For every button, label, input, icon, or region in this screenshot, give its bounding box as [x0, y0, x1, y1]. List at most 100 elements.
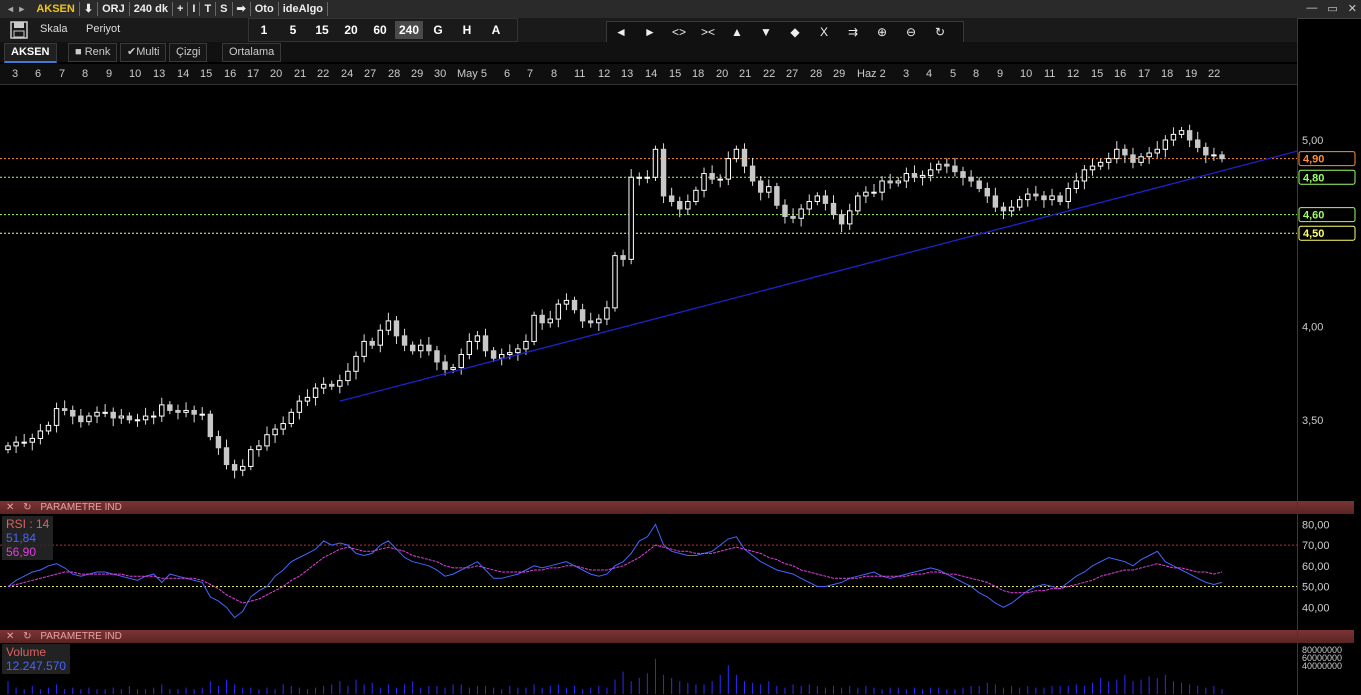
candle-body[interactable] [660, 148, 667, 197]
titlebar-item-7[interactable]: S [216, 2, 233, 16]
candle-body[interactable] [466, 340, 473, 355]
candle-body[interactable] [223, 447, 230, 466]
candle-body[interactable] [78, 415, 84, 423]
minimize-icon[interactable]: — [1306, 2, 1317, 15]
candle-body[interactable] [296, 400, 303, 413]
candle-body[interactable] [1211, 154, 1217, 157]
refresh-icon[interactable]: ↻ [23, 631, 31, 642]
candle-body[interactable] [21, 441, 27, 444]
candle-body[interactable] [482, 335, 489, 352]
candle-body[interactable] [523, 340, 529, 350]
rsi-line[interactable] [7, 523, 1223, 619]
candle-body[interactable] [757, 180, 764, 193]
candle-body[interactable] [652, 148, 659, 178]
candle-body[interactable] [628, 176, 634, 260]
candle-body[interactable] [879, 180, 885, 193]
candle-body[interactable] [361, 340, 367, 357]
scroll-left-icon[interactable]: ◄ [609, 23, 633, 41]
period-button[interactable]: Periyot [86, 23, 120, 35]
period-G[interactable]: G [424, 21, 452, 39]
candle-body[interactable] [531, 314, 537, 342]
tab-0[interactable]: AKSEN [4, 43, 57, 63]
candle-body[interactable] [288, 411, 294, 425]
candle-body[interactable] [490, 350, 497, 359]
candle-body[interactable] [1057, 195, 1063, 203]
candle-body[interactable] [1154, 148, 1160, 154]
candle-body[interactable] [94, 411, 100, 417]
titlebar-item-9[interactable]: Oto [251, 2, 279, 16]
candle-body[interactable] [450, 367, 456, 370]
candle-body[interactable] [5, 445, 11, 451]
history-arrows-icon[interactable]: ◄ ► [0, 4, 32, 14]
candle-body[interactable] [199, 413, 205, 416]
candle-body[interactable] [644, 176, 651, 179]
candle-body[interactable] [911, 173, 918, 178]
candle-body[interactable] [507, 352, 513, 355]
close-window-icon[interactable]: ✕ [1348, 2, 1357, 15]
candle-body[interactable] [248, 449, 254, 467]
titlebar-item-6[interactable]: T [200, 2, 217, 16]
candle-body[interactable] [142, 415, 149, 421]
candle-body[interactable] [1219, 154, 1225, 160]
reset-icon[interactable]: X [812, 23, 836, 41]
candle-body[interactable] [903, 173, 910, 182]
candle-body[interactable] [1114, 148, 1120, 160]
candle-body[interactable] [636, 176, 642, 179]
zoom-in-horizontal-icon[interactable]: >< [696, 23, 720, 41]
candle-body[interactable] [968, 176, 974, 182]
candle-body[interactable] [798, 208, 804, 219]
rsi-chart[interactable]: 80,00 70,00 60,00 50,00 40,00 [0, 514, 1361, 628]
candle-body[interactable] [102, 411, 108, 414]
candle-body[interactable] [782, 204, 788, 217]
period-60[interactable]: 60 [366, 21, 394, 39]
candle-body[interactable] [134, 419, 141, 422]
candle-body[interactable] [498, 353, 505, 359]
candle-body[interactable] [1203, 146, 1209, 156]
candle-body[interactable] [264, 434, 270, 447]
tab-2[interactable]: ✔Multi [120, 43, 167, 62]
candle-body[interactable] [474, 335, 481, 342]
candle-body[interactable] [385, 320, 392, 331]
candle-body[interactable] [13, 441, 19, 447]
candle-body[interactable] [547, 318, 553, 324]
candle-body[interactable] [588, 320, 594, 324]
candle-body[interactable] [855, 195, 861, 212]
volume-chart[interactable]: 800000006000000040000000 [0, 643, 1361, 695]
candle-body[interactable] [345, 370, 351, 382]
candle-body[interactable] [126, 415, 133, 421]
candle-body[interactable] [1105, 158, 1112, 163]
titlebar-item-5[interactable]: I [188, 2, 201, 16]
candle-body[interactable] [215, 436, 222, 449]
candle-body[interactable] [150, 415, 157, 418]
candle-body[interactable] [863, 191, 869, 197]
candle-body[interactable] [1162, 139, 1169, 150]
candle-body[interactable] [1130, 154, 1136, 163]
candle-body[interactable] [175, 409, 181, 413]
candle-body[interactable] [774, 186, 780, 206]
candle-body[interactable] [895, 180, 901, 184]
candle-body[interactable] [272, 428, 278, 436]
candle-body[interactable] [717, 178, 723, 181]
zoom-out-icon[interactable]: ⊖ [899, 23, 923, 41]
candle-body[interactable] [304, 396, 311, 402]
candle-body[interactable] [337, 380, 343, 387]
candle-body[interactable] [1033, 193, 1039, 197]
candle-body[interactable] [1081, 169, 1088, 182]
titlebar-item-4[interactable]: + [173, 2, 189, 16]
candle-body[interactable] [927, 169, 934, 176]
titlebar-item-3[interactable]: 240 dk [130, 2, 173, 16]
candle-body[interactable] [1016, 199, 1023, 208]
candle-body[interactable] [733, 148, 740, 160]
candle-body[interactable] [814, 195, 821, 203]
candle-body[interactable] [515, 348, 521, 354]
candle-body[interactable] [838, 214, 845, 225]
rsi-average-line[interactable] [7, 544, 1223, 604]
scale-button[interactable]: Skala [40, 23, 68, 35]
candle-body[interactable] [37, 430, 44, 439]
period-1[interactable]: 1 [250, 21, 278, 39]
candle-body[interactable] [604, 307, 610, 320]
candle-body[interactable] [685, 201, 691, 210]
candle-body[interactable] [1146, 152, 1152, 158]
candle-body[interactable] [944, 163, 950, 167]
candle-body[interactable] [1178, 130, 1185, 135]
